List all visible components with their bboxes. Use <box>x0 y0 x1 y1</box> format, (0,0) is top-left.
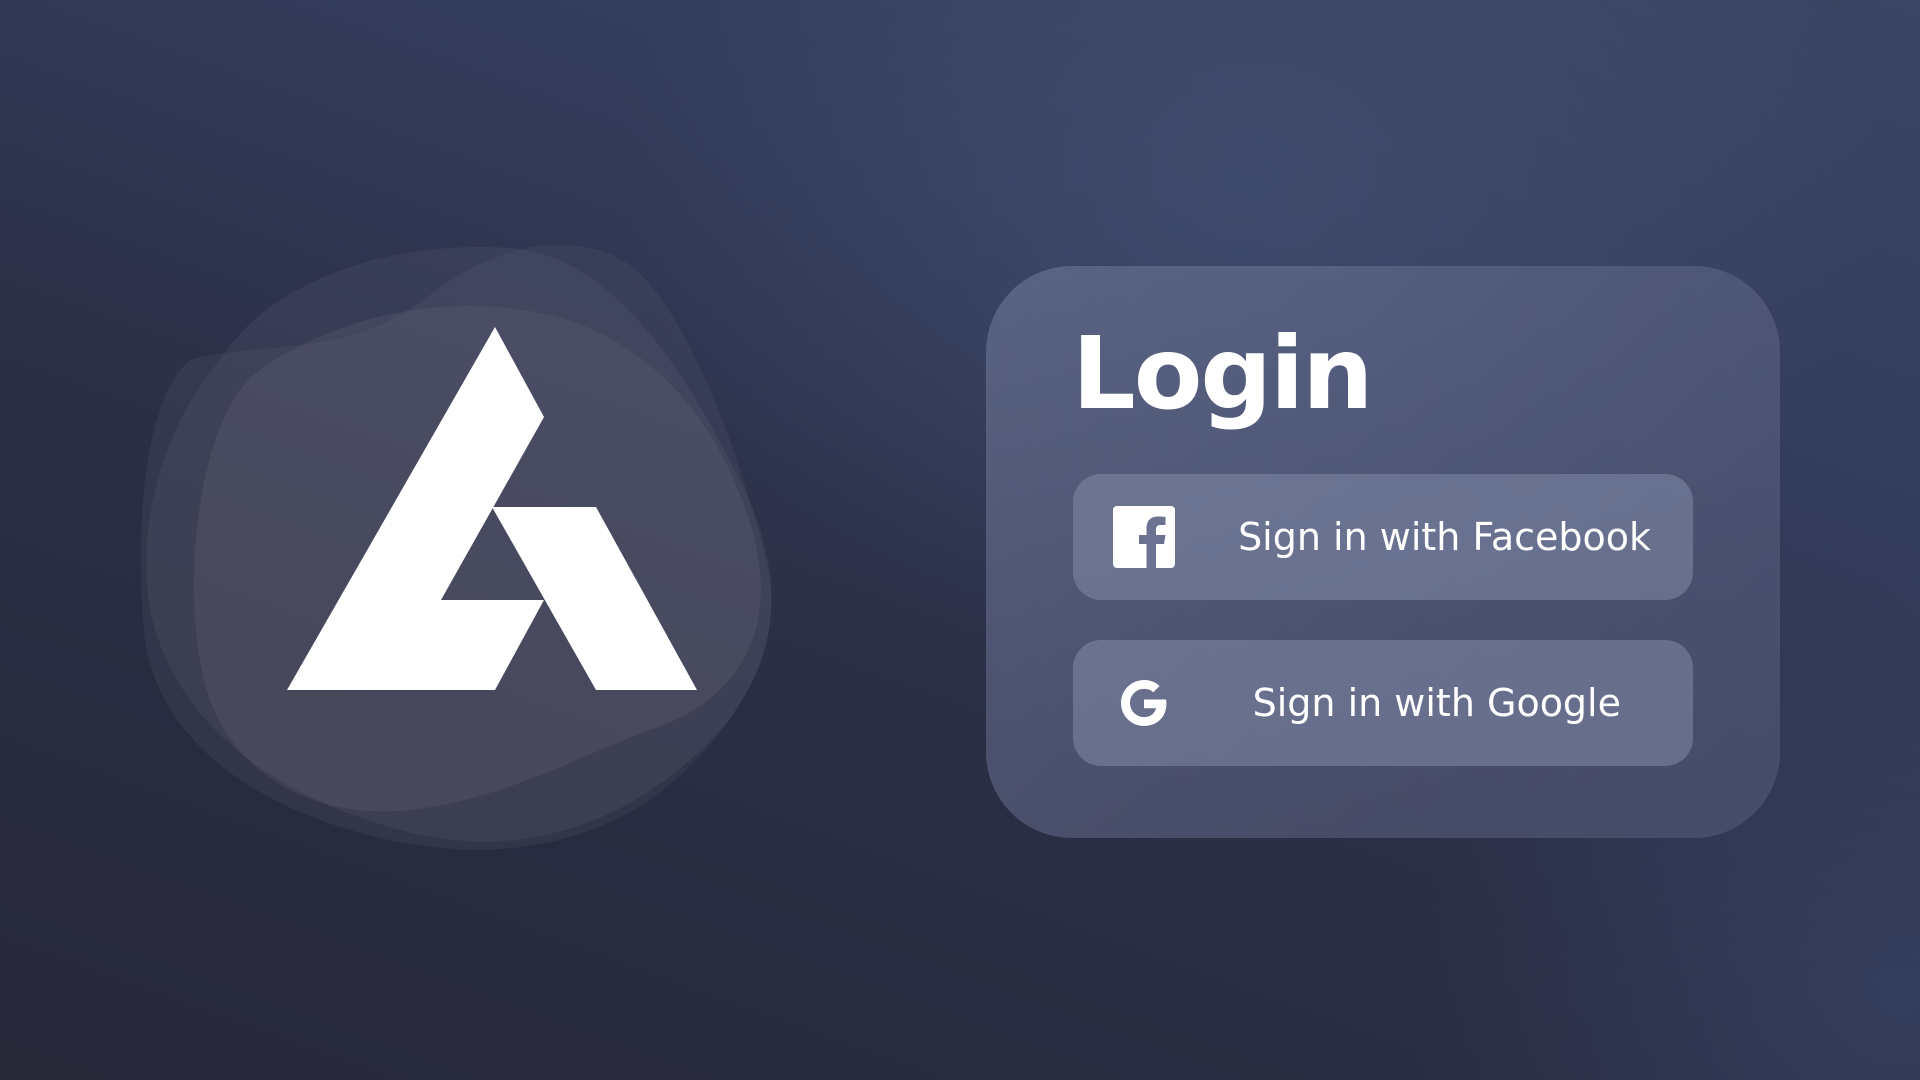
brand-logo <box>140 244 772 850</box>
facebook-signin-button[interactable]: Sign in with Facebook <box>1073 474 1693 600</box>
brand-logo-area <box>130 220 810 870</box>
google-button-label: Sign in with Google <box>1252 681 1621 725</box>
facebook-button-label: Sign in with Facebook <box>1238 515 1651 559</box>
facebook-icon <box>1113 506 1175 568</box>
google-signin-button[interactable]: Sign in with Google <box>1073 640 1693 766</box>
login-card: Login Sign in with Facebook Sign in with… <box>986 266 1780 838</box>
google-icon <box>1113 672 1175 734</box>
login-title: Login <box>1072 315 1373 432</box>
